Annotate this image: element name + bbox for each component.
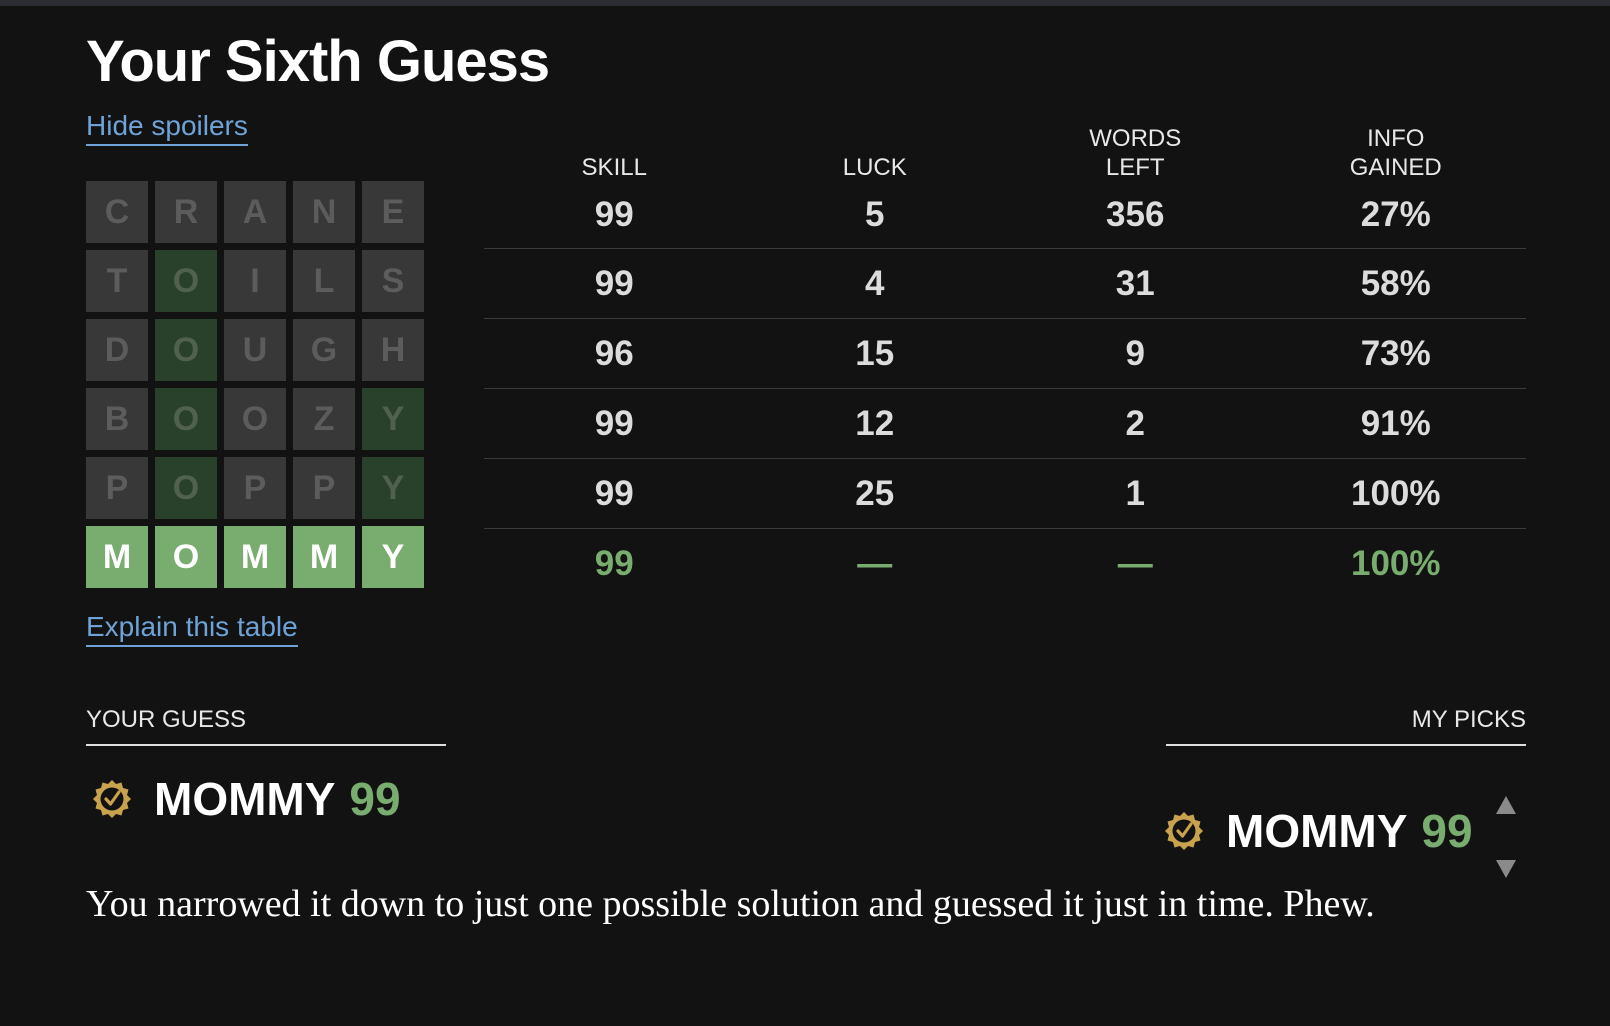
grid-row: M O M M Y (86, 526, 424, 588)
cell-luck: — (857, 543, 893, 583)
grid-tile: M (224, 526, 286, 588)
cell-info-gained: 73% (1360, 333, 1431, 373)
grid-tile: N (293, 181, 355, 243)
grid-tile: U (224, 319, 286, 381)
table-row: 99 5 356 27% (484, 182, 1526, 249)
table-row: 99 25 1 100% (484, 459, 1526, 529)
grid-tile: P (293, 457, 355, 519)
grid-tile: T (86, 250, 148, 312)
stats-table: SKILL LUCK WORDS LEFT INFO GAINED 99 5 3… (484, 120, 1526, 598)
grid-tile: P (224, 457, 286, 519)
grid-tile: B (86, 388, 148, 450)
grid-tile: Y (362, 388, 424, 450)
grid-tile: O (155, 526, 217, 588)
cell-words-left: 356 (1106, 195, 1165, 234)
grid-tile: S (362, 250, 424, 312)
cell-luck: 12 (855, 403, 895, 443)
cell-info-gained: 91% (1360, 403, 1431, 443)
header-skill: SKILL (581, 154, 647, 181)
grid-tile: O (155, 457, 217, 519)
your-guess-score: 99 (349, 773, 401, 825)
grid-row: B O O Z Y (86, 388, 424, 450)
grid-tile: Z (293, 388, 355, 450)
cell-luck: 15 (855, 333, 895, 373)
grid-tile: H (362, 319, 424, 381)
cell-info-gained: 100% (1350, 543, 1441, 583)
my-pick-word: MOMMY (1226, 805, 1408, 857)
grid-tile: Y (362, 526, 424, 588)
grid-tile: I (224, 250, 286, 312)
grid-row: P O P P Y (86, 457, 424, 519)
cell-skill: 99 (594, 543, 634, 583)
grid-row: D O U G H (86, 319, 424, 381)
cell-words-left: 1 (1125, 473, 1145, 513)
grid-tile: R (155, 181, 217, 243)
header-words-left: WORDS LEFT (1089, 125, 1182, 181)
cell-info-gained: 100% (1350, 473, 1441, 513)
grid-tile: O (155, 250, 217, 312)
grid-tile: Y (362, 457, 424, 519)
grid-tile: O (224, 388, 286, 450)
top-border (0, 0, 1610, 6)
page-title: Your Sixth Guess (86, 29, 550, 94)
grid-tile: O (155, 319, 217, 381)
grid-tile: M (293, 526, 355, 588)
your-guess-label: YOUR GUESS (86, 706, 446, 746)
grid-row: C R A N E (86, 181, 424, 243)
grid-tile: E (362, 181, 424, 243)
header-luck: LUCK (842, 154, 907, 181)
table-row: 99 4 31 58% (484, 249, 1526, 319)
my-pick: MOMMY 99 (1164, 772, 1517, 890)
my-picks-label: MY PICKS (1166, 706, 1526, 746)
arrow-up-icon[interactable] (1495, 772, 1517, 826)
grid-row: T O I L S (86, 250, 424, 312)
cell-words-left: 2 (1125, 403, 1145, 443)
cell-skill: 99 (594, 403, 634, 443)
explain-table-link[interactable]: Explain this table (86, 611, 298, 647)
verified-badge-icon (93, 780, 131, 818)
cell-words-left: 9 (1125, 333, 1145, 373)
cell-skill: 99 (594, 473, 634, 513)
grid-tile: D (86, 319, 148, 381)
cell-info-gained: 27% (1360, 195, 1431, 234)
table-header: SKILL LUCK WORDS LEFT INFO GAINED (484, 120, 1526, 182)
verified-badge-icon (1165, 812, 1203, 850)
grid-tile: P (86, 457, 148, 519)
hide-spoilers-link[interactable]: Hide spoilers (86, 110, 248, 146)
cell-luck: 25 (855, 473, 895, 513)
grid-tile: O (155, 388, 217, 450)
grid-tile: M (86, 526, 148, 588)
your-guess: MOMMY 99 (92, 772, 401, 826)
guess-grid: C R A N E T O I L S D O U G H B O O Z Y … (86, 181, 424, 595)
grid-tile: C (86, 181, 148, 243)
my-pick-score: 99 (1421, 805, 1473, 857)
pick-stepper (1495, 772, 1517, 890)
your-guess-word: MOMMY (154, 773, 336, 825)
cell-luck: 5 (865, 195, 885, 234)
result-description: You narrowed it down to just one possibl… (86, 883, 1375, 925)
cell-skill: 99 (594, 263, 634, 303)
cell-skill: 96 (594, 333, 634, 373)
cell-words-left: — (1117, 543, 1153, 583)
grid-tile: L (293, 250, 355, 312)
table-row-final: 99 — — 100% (484, 529, 1526, 598)
cell-words-left: 31 (1115, 263, 1155, 303)
grid-tile: A (224, 181, 286, 243)
cell-info-gained: 58% (1360, 263, 1431, 303)
table-row: 99 12 2 91% (484, 389, 1526, 459)
header-info-gained: INFO GAINED (1349, 125, 1442, 181)
cell-luck: 4 (865, 263, 885, 303)
table-row: 96 15 9 73% (484, 319, 1526, 389)
grid-tile: G (293, 319, 355, 381)
cell-skill: 99 (594, 195, 634, 234)
